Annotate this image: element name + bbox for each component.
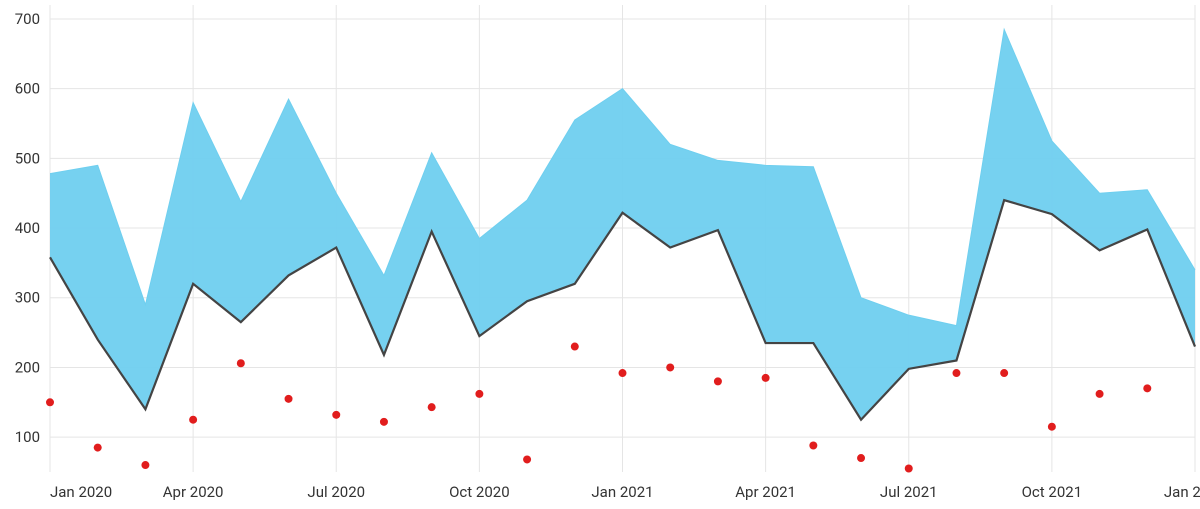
scatter-dot xyxy=(809,442,817,450)
scatter-dot xyxy=(905,465,913,473)
scatter-dot xyxy=(1048,423,1056,431)
y-tick-label: 600 xyxy=(15,80,40,98)
scatter-dot xyxy=(1143,384,1151,392)
scatter-dot xyxy=(428,403,436,411)
x-tick-label: Oct 2020 xyxy=(449,483,510,501)
scatter-dot xyxy=(857,454,865,462)
chart-container: 100 200 300 400 500 600 700 Jan 2020 Apr 2020 Jul… xyxy=(0,0,1200,509)
scatter-dot xyxy=(94,444,102,452)
y-tick-label: 700 xyxy=(15,10,40,28)
scatter-dot xyxy=(475,390,483,398)
y-tick-label: 400 xyxy=(15,219,40,237)
x-tick-label: Jan 2022 xyxy=(1164,483,1200,501)
x-tick-label: Jul 2020 xyxy=(307,483,365,501)
scatter-dot xyxy=(285,395,293,403)
y-tick-label: 100 xyxy=(15,428,40,446)
x-tick-label: Apr 2020 xyxy=(163,483,224,501)
scatter-dot xyxy=(523,455,531,463)
x-tick-label: Jan 2020 xyxy=(50,483,112,501)
scatter-dot xyxy=(237,359,245,367)
x-tick-label: Oct 2021 xyxy=(1022,483,1083,501)
scatter-dot xyxy=(1096,390,1104,398)
scatter-dot xyxy=(619,369,627,377)
y-tick-label: 500 xyxy=(15,149,40,167)
scatter-dot xyxy=(762,374,770,382)
scatter-dot xyxy=(46,398,54,406)
scatter-dot xyxy=(189,416,197,424)
scatter-dot xyxy=(380,418,388,426)
scatter-dot xyxy=(141,461,149,469)
chart-svg: 100 200 300 400 500 600 700 Jan 2020 Apr 2020 Jul… xyxy=(0,0,1200,509)
y-tick-label: 300 xyxy=(15,289,40,307)
x-tick-label: Jul 2021 xyxy=(880,483,938,501)
scatter-dot xyxy=(1000,369,1008,377)
scatter-dot xyxy=(332,411,340,419)
scatter-dot xyxy=(714,377,722,385)
y-tick-label: 200 xyxy=(15,358,40,376)
scatter-dot xyxy=(666,363,674,371)
x-tick-label: Apr 2021 xyxy=(735,483,796,501)
scatter-group xyxy=(46,343,1151,473)
x-tick-label: Jan 2021 xyxy=(591,483,653,501)
scatter-dot xyxy=(571,343,579,351)
scatter-dot xyxy=(952,369,960,377)
